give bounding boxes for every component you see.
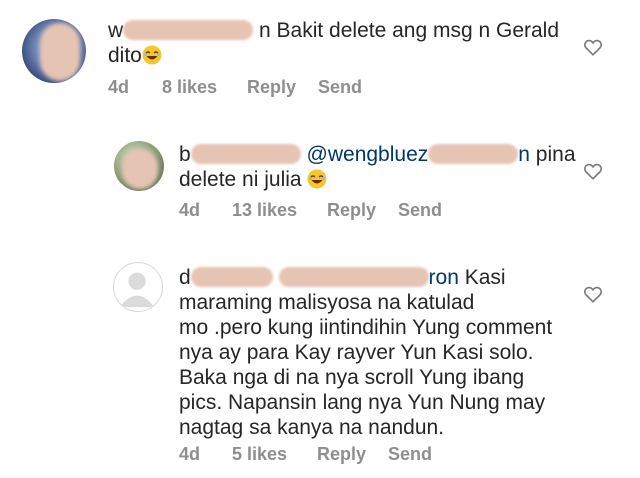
- comment-body-line2: delete ni julia: [179, 168, 302, 191]
- mention-tail[interactable]: n: [518, 143, 530, 166]
- likes-count[interactable]: 5 likes: [232, 444, 287, 465]
- reply-button[interactable]: Reply: [317, 444, 366, 465]
- send-button[interactable]: Send: [388, 444, 432, 465]
- comment-meta: 4d 8 likes Reply Send: [108, 77, 508, 99]
- timestamp: 4d: [179, 200, 201, 220]
- reply-button[interactable]: Reply: [327, 200, 376, 221]
- send-button[interactable]: Send: [318, 77, 362, 98]
- comment-line: nya ay para Kay rayver Yun Kasi solo.: [179, 341, 534, 364]
- comment-text: d ron Kasi maraming malisyosa na katulad…: [179, 265, 599, 440]
- mention-link[interactable]: @wengbluez: [307, 143, 429, 166]
- comment-body: Kasi: [464, 266, 506, 289]
- comment-1: w n Bakit delete ang msg n Gerald dito 4…: [0, 0, 640, 110]
- comment-meta: 4d 13 likes Reply Send: [179, 200, 579, 222]
- default-avatar-icon[interactable]: [113, 262, 163, 312]
- redacted-mention: [278, 267, 429, 287]
- comment-text: w n Bakit delete ang msg n Gerald dito: [108, 18, 578, 68]
- likes-count[interactable]: 8 likes: [162, 77, 217, 98]
- redacted-username: [190, 267, 273, 287]
- comment-line: pics. Napansin lang nya Yun Nung may: [179, 391, 546, 414]
- comment-meta: 4d 5 likes Reply Send: [179, 444, 579, 466]
- heart-outline-icon[interactable]: [582, 160, 604, 182]
- comment-3: d ron Kasi maraming malisyosa na katulad…: [0, 240, 640, 478]
- heart-outline-icon[interactable]: [582, 36, 604, 58]
- timestamp: 4d: [179, 444, 201, 464]
- comment-body: n Bakit delete ang msg n Gerald: [259, 19, 560, 42]
- mention-tail[interactable]: ron: [429, 266, 459, 289]
- comment-line: maraming malisyosa na katulad: [179, 291, 475, 314]
- username[interactable]: w: [108, 19, 123, 42]
- username[interactable]: b: [179, 143, 191, 166]
- heart-outline-icon[interactable]: [582, 283, 604, 305]
- redacted-mention: [428, 144, 519, 164]
- person-silhouette-icon: [119, 272, 155, 308]
- comment-line: nagtag sa kanya na nandun.: [179, 416, 445, 439]
- reply-button[interactable]: Reply: [247, 77, 296, 98]
- redacted-username: [190, 144, 301, 164]
- comment-body-line2: dito: [108, 44, 142, 67]
- laughing-face-emoji: [142, 45, 162, 65]
- timestamp: 4d: [108, 77, 130, 97]
- comment-body: pina: [535, 143, 576, 166]
- comment-2: b @wengbluez n pina delete ni julia 4d 13…: [0, 110, 640, 230]
- username[interactable]: d: [179, 266, 191, 289]
- comment-text: b @wengbluez n pina delete ni julia: [179, 142, 579, 192]
- avatar[interactable]: [114, 141, 164, 191]
- comment-line: Baka nga di na nya scroll Yung ibang: [179, 366, 525, 389]
- redacted-username: [123, 20, 254, 40]
- send-button[interactable]: Send: [398, 200, 442, 221]
- avatar[interactable]: [22, 19, 86, 83]
- comment-line: mo .pero kung iintindihin Yung comment: [179, 316, 553, 339]
- likes-count[interactable]: 13 likes: [232, 200, 297, 221]
- laughing-face-emoji: [307, 169, 327, 189]
